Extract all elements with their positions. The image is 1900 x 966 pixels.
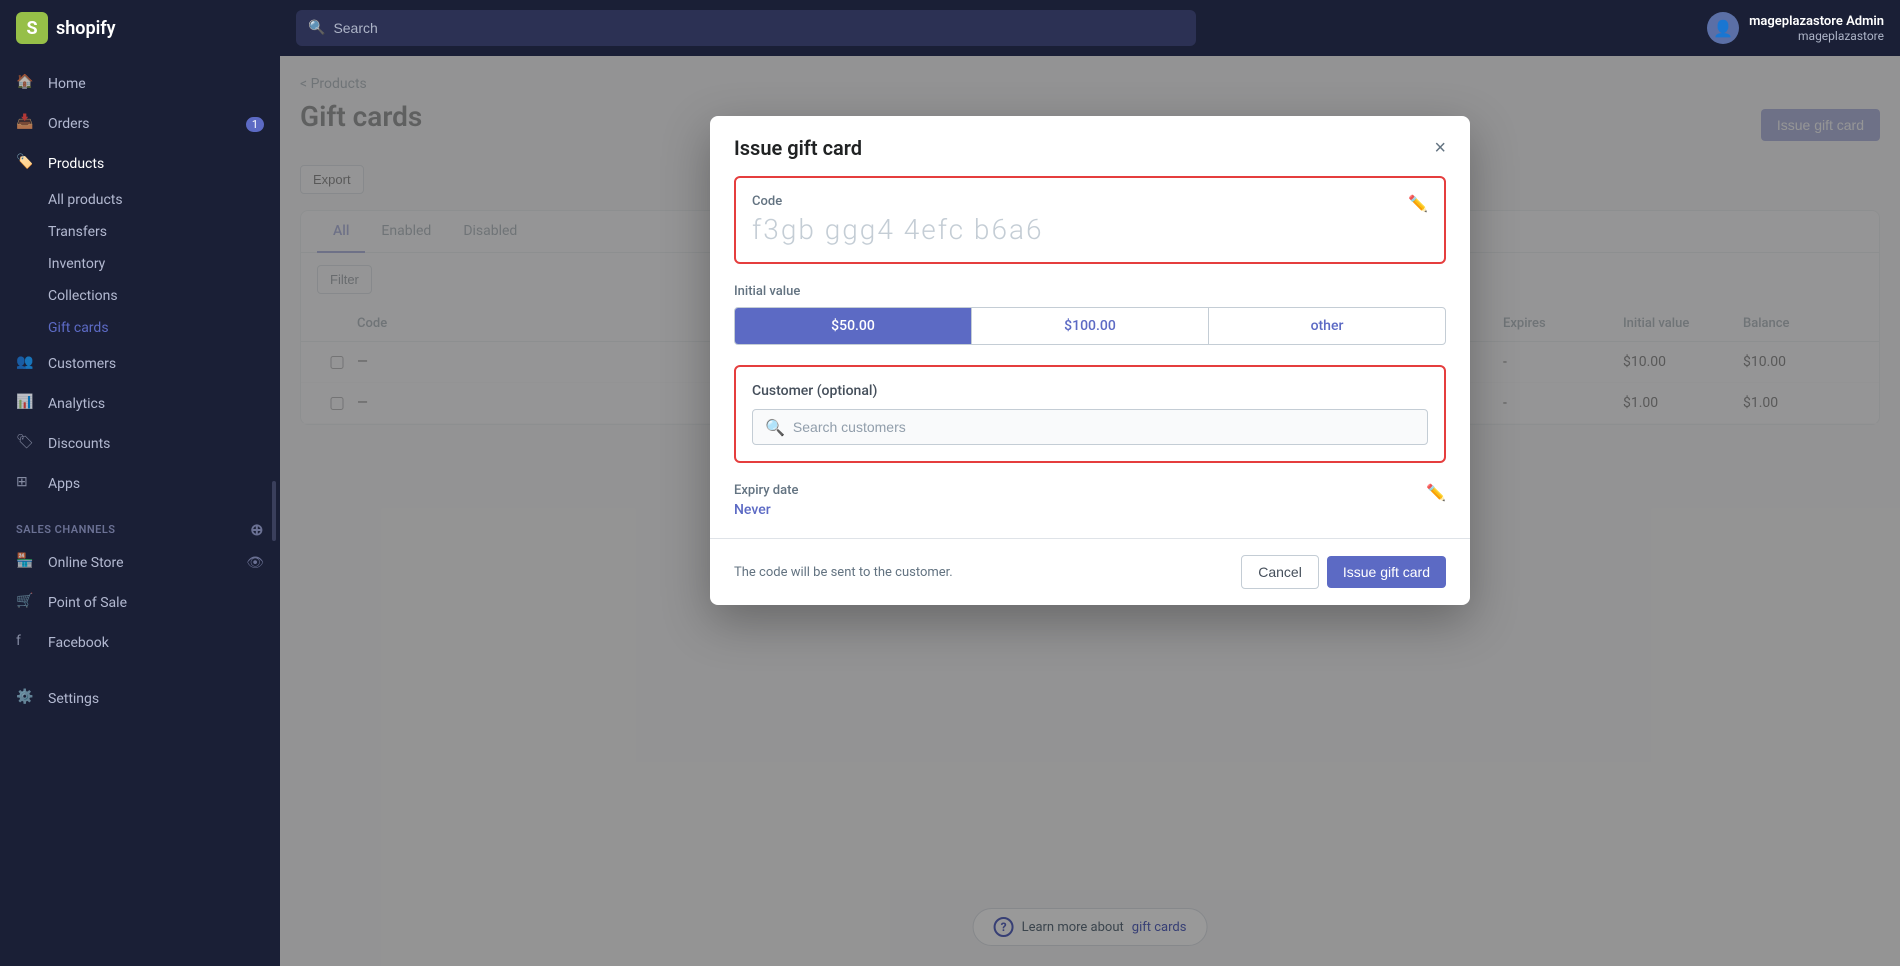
sidebar-item-customers[interactable]: 👥 Customers [0,344,280,384]
modal-overlay: Issue gift card × Code f3gb ggg4 4efc b6… [280,56,1900,966]
sidebar-item-label: Products [48,156,104,172]
discounts-icon: 🏷 [16,434,36,454]
sidebar-item-point-of-sale[interactable]: 🛒 Point of Sale [0,583,280,623]
main-layout: 🏠 Home 📥 Orders 1 🏷️ Products All produc… [0,56,1900,966]
sidebar-item-label: Customers [48,356,116,372]
scroll-indicator [272,481,276,541]
facebook-icon: f [16,633,36,653]
footer-note: The code will be sent to the customer. [734,565,953,580]
search-customers-container: 🔍 [752,409,1428,445]
modal-body: Code f3gb ggg4 4efc b6a6 ✏️ Initial valu… [710,176,1470,538]
sidebar-item-label: Facebook [48,635,109,651]
search-customers-input[interactable] [793,419,1415,435]
modal-close-button[interactable]: × [1434,138,1446,158]
sidebar-subitem-all-products[interactable]: All products [0,184,280,216]
sidebar-item-label: Point of Sale [48,595,127,611]
sidebar-item-label: Apps [48,476,80,492]
sidebar-item-home[interactable]: 🏠 Home [0,64,280,104]
apps-icon: ⊞ [16,474,36,494]
sales-channels-label: SALES CHANNELS ⊕ [0,504,280,543]
pos-icon: 🛒 [16,593,36,613]
value-option-other[interactable]: other [1209,308,1445,344]
search-icon: 🔍 [308,20,325,36]
user-store: mageplazastore [1749,29,1884,43]
customers-icon: 👥 [16,354,36,374]
sidebar-item-label: Home [48,76,86,92]
sidebar-subitem-gift-cards[interactable]: Gift cards [0,312,280,344]
orders-badge: 1 [246,117,264,132]
modal-issue-gift-card: Issue gift card × Code f3gb ggg4 4efc b6… [710,116,1470,605]
shopify-logo-icon: S [16,12,48,44]
sidebar-item-label: Analytics [48,396,105,412]
sidebar-subitem-transfers[interactable]: Transfers [0,216,280,248]
sidebar-item-discounts[interactable]: 🏷 Discounts [0,424,280,464]
expiry-label: Expiry date [734,483,1446,498]
content-area: < Products Gift cards Issue gift card Ex… [280,56,1900,966]
logo-text: shopify [56,18,116,39]
logo-area: S shopify [16,12,296,44]
analytics-icon: 📊 [16,394,36,414]
sidebar-item-label: Discounts [48,436,110,452]
home-icon: 🏠 [16,74,36,94]
sidebar-item-label: Online Store [48,555,124,571]
initial-value-label: Initial value [734,284,1446,299]
modal-footer: The code will be sent to the customer. C… [710,538,1470,605]
avatar: 👤 [1707,12,1739,44]
top-nav: S shopify 🔍 👤 mageplazastore Admin magep… [0,0,1900,56]
sidebar-subitem-collections[interactable]: Collections [0,280,280,312]
code-value: f3gb ggg4 4efc b6a6 [752,213,1428,246]
expiry-edit-icon[interactable]: ✏️ [1426,483,1446,502]
value-option-50[interactable]: $50.00 [735,308,972,344]
settings-icon: ⚙️ [16,689,36,709]
user-area: 👤 mageplazastore Admin mageplazastore [1707,12,1884,44]
footer-actions: Cancel Issue gift card [1241,555,1446,589]
value-options: $50.00 $100.00 other [734,307,1446,345]
sidebar-item-facebook[interactable]: f Facebook [0,623,280,663]
issue-gift-card-modal-button[interactable]: Issue gift card [1327,556,1446,588]
sidebar: 🏠 Home 📥 Orders 1 🏷️ Products All produc… [0,56,280,966]
user-name: mageplazastore Admin [1749,14,1884,29]
code-label: Code [752,194,1428,209]
code-edit-icon[interactable]: ✏️ [1408,194,1428,213]
initial-value-section: Initial value $50.00 $100.00 other [734,284,1446,345]
customer-section: Customer (optional) 🔍 [734,365,1446,463]
sidebar-subitem-inventory[interactable]: Inventory [0,248,280,280]
search-customers-icon: 🔍 [765,418,785,437]
value-option-100[interactable]: $100.00 [972,308,1209,344]
sidebar-item-online-store[interactable]: 🏪 Online Store 👁 [0,543,280,583]
sidebar-item-apps[interactable]: ⊞ Apps [0,464,280,504]
modal-header: Issue gift card × [710,116,1470,176]
eye-icon: 👁 [246,555,264,571]
sidebar-item-label: Settings [48,691,99,707]
cancel-button[interactable]: Cancel [1241,555,1319,589]
add-sales-channel-icon[interactable]: ⊕ [250,520,264,539]
sidebar-item-analytics[interactable]: 📊 Analytics [0,384,280,424]
sidebar-item-settings[interactable]: ⚙️ Settings [0,679,280,719]
user-info: mageplazastore Admin mageplazastore [1749,14,1884,43]
customer-label: Customer (optional) [752,383,1428,399]
code-section: Code f3gb ggg4 4efc b6a6 ✏️ [734,176,1446,264]
search-bar[interactable]: 🔍 [296,10,1196,46]
modal-title: Issue gift card [734,136,862,160]
sidebar-item-orders[interactable]: 📥 Orders 1 [0,104,280,144]
orders-icon: 📥 [16,114,36,134]
online-store-icon: 🏪 [16,553,36,573]
expiry-value: Never [734,502,1446,518]
search-input[interactable] [333,20,1184,36]
sidebar-item-products[interactable]: 🏷️ Products [0,144,280,184]
sidebar-item-label: Orders [48,116,90,132]
expiry-section: Expiry date Never ✏️ [734,483,1446,518]
products-icon: 🏷️ [16,154,36,174]
